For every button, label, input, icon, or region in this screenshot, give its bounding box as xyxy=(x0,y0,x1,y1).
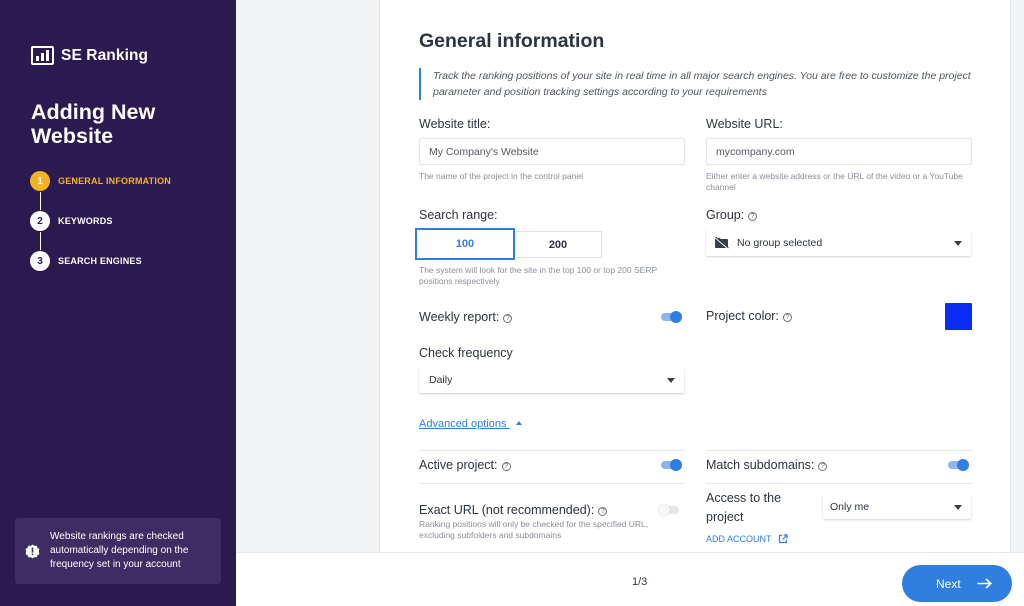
access-select-value: Only me xyxy=(830,501,870,513)
step-label: KEYWORDS xyxy=(58,216,113,226)
step-keywords[interactable]: 2 KEYWORDS xyxy=(30,211,171,250)
website-url-help: Either enter a website address or the UR… xyxy=(706,171,963,192)
notice-text: Website rankings are checked automatical… xyxy=(50,531,189,570)
no-group-icon xyxy=(714,236,729,249)
step-connector xyxy=(39,192,41,210)
add-account-link[interactable]: ADD ACCOUNT xyxy=(706,534,788,544)
form-panel: General information Track the ranking po… xyxy=(379,0,1011,552)
search-range-label: Search range: xyxy=(419,208,498,222)
weekly-report-label: Weekly report:? xyxy=(419,310,513,324)
search-range-100-button[interactable]: 100 xyxy=(415,228,515,260)
project-color-swatch[interactable] xyxy=(945,303,972,330)
check-frequency-value: Daily xyxy=(429,374,453,386)
external-link-icon xyxy=(778,534,788,544)
project-color-label: Project color:? xyxy=(706,309,792,323)
weekly-report-toggle[interactable] xyxy=(659,311,682,323)
help-icon[interactable]: ? xyxy=(503,314,513,323)
page-title: General information xyxy=(419,30,605,52)
active-project-toggle[interactable] xyxy=(659,459,682,471)
step-general-information[interactable]: 1 GENERAL INFORMATION xyxy=(30,171,171,210)
website-title-help: The name of the project in the control p… xyxy=(419,171,583,181)
check-frequency-label: Check frequency xyxy=(419,346,513,360)
divider xyxy=(706,450,972,451)
website-url-input[interactable]: mycompany.com xyxy=(706,138,972,165)
website-title-input[interactable]: My Company's Website xyxy=(419,138,685,165)
access-select[interactable]: Only me xyxy=(823,495,971,519)
help-icon[interactable]: ? xyxy=(598,507,608,516)
exact-url-toggle[interactable] xyxy=(658,504,681,516)
chevron-down-icon xyxy=(667,378,675,383)
group-select-value: No group selected xyxy=(737,236,823,249)
footer: 1/3 Next xyxy=(236,552,1024,606)
exact-url-label: Exact URL (not recommended):? xyxy=(419,503,608,517)
website-url-label: Website URL: xyxy=(706,117,783,131)
advanced-options-link[interactable]: Advanced options xyxy=(419,418,522,430)
active-project-label: Active project:? xyxy=(419,458,511,472)
wizard-title: Adding New Website xyxy=(31,100,156,148)
step-label: GENERAL INFORMATION xyxy=(58,176,171,186)
bar-chart-icon xyxy=(31,46,54,65)
intro-text: Track the ranking positions of your site… xyxy=(419,68,979,100)
group-select[interactable]: No group selected xyxy=(706,229,971,256)
group-label: Group:? xyxy=(706,208,758,222)
logo[interactable]: SE Ranking xyxy=(31,46,148,65)
exact-url-help: Ranking positions will only be checked f… xyxy=(419,519,649,540)
step-label: SEARCH ENGINES xyxy=(58,256,142,266)
chevron-up-icon xyxy=(515,421,522,425)
sidebar: SE Ranking Adding New Website 1 GENERAL … xyxy=(0,0,236,606)
step-number: 3 xyxy=(30,251,50,271)
alert-icon xyxy=(25,544,40,559)
info-notice: Website rankings are checked automatical… xyxy=(15,518,221,584)
chevron-down-icon xyxy=(954,505,962,510)
step-number: 2 xyxy=(30,211,50,231)
arrow-right-icon xyxy=(977,578,992,589)
page-indicator: 1/3 xyxy=(632,576,648,588)
help-icon[interactable]: ? xyxy=(818,462,828,471)
help-icon[interactable]: ? xyxy=(782,313,792,322)
match-subdomains-toggle[interactable] xyxy=(946,459,969,471)
step-connector xyxy=(39,232,41,250)
chevron-down-icon xyxy=(954,240,962,246)
step-number: 1 xyxy=(30,171,50,191)
wizard-steps: 1 GENERAL INFORMATION 2 KEYWORDS 3 SEARC… xyxy=(30,171,171,291)
divider xyxy=(419,450,685,451)
divider xyxy=(419,483,685,484)
next-button[interactable]: Next xyxy=(902,565,1012,602)
search-range-help: The system will look for the site in the… xyxy=(419,265,657,286)
help-icon[interactable]: ? xyxy=(501,462,511,471)
step-search-engines[interactable]: 3 SEARCH ENGINES xyxy=(30,251,171,271)
match-subdomains-label: Match subdomains:? xyxy=(706,458,828,472)
logo-text: SE Ranking xyxy=(61,46,149,64)
check-frequency-select[interactable]: Daily xyxy=(419,367,684,393)
access-label: Access to the project xyxy=(706,491,782,524)
help-icon[interactable]: ? xyxy=(748,212,758,221)
divider xyxy=(706,483,972,484)
search-range-200-button[interactable]: 200 xyxy=(514,231,602,258)
website-title-label: Website title: xyxy=(419,117,491,131)
next-button-label: Next xyxy=(936,576,961,591)
